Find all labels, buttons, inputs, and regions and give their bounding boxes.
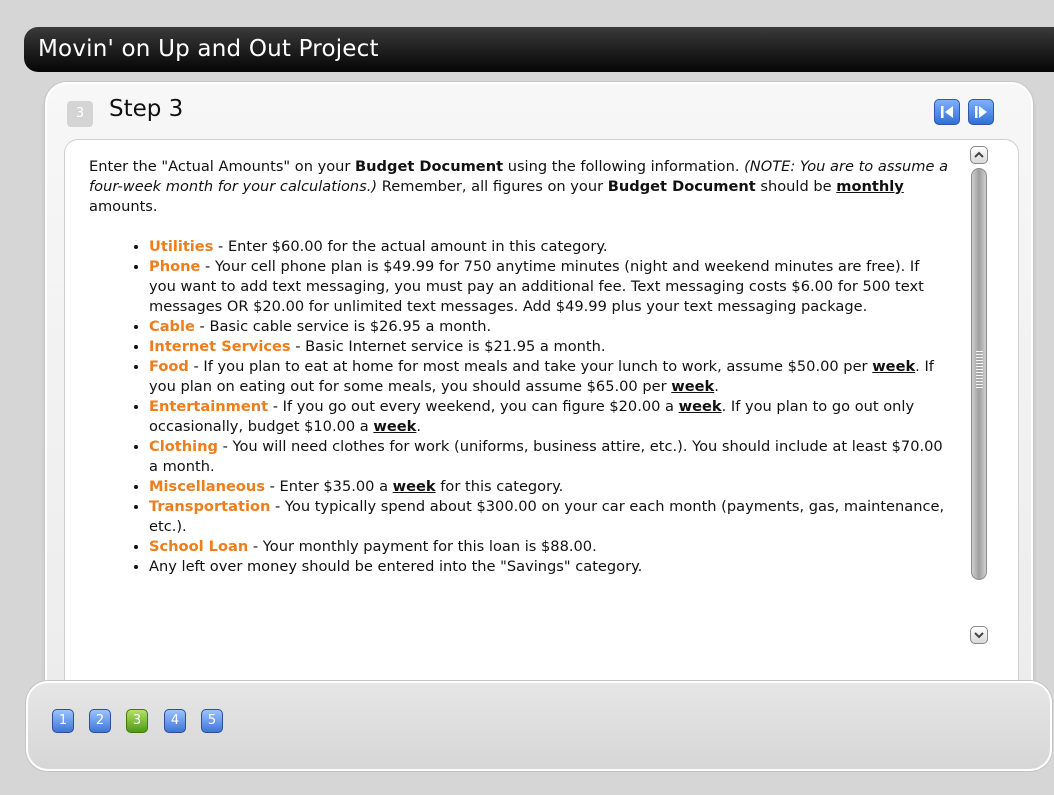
content-area: Enter the "Actual Amounts" on your Budge… xyxy=(64,139,1019,702)
list-item: Entertainment - If you go out every week… xyxy=(149,397,949,437)
step-number-badge: 3 xyxy=(67,101,93,127)
list-item: Cable - Basic cable service is $26.95 a … xyxy=(149,317,949,337)
next-arrow-icon xyxy=(975,106,987,118)
page-button-3[interactable]: 3 xyxy=(126,709,148,733)
list-item: Miscellaneous - Enter $35.00 a week for … xyxy=(149,477,949,497)
chevron-up-icon xyxy=(974,151,984,158)
next-step-button[interactable] xyxy=(968,99,994,125)
page-button-1[interactable]: 1 xyxy=(52,709,74,733)
scroll-up-button[interactable] xyxy=(970,146,988,164)
list-item: School Loan - Your monthly payment for t… xyxy=(149,537,949,557)
scroll-thumb[interactable] xyxy=(971,168,987,580)
step-heading: Step 3 xyxy=(109,96,184,122)
previous-arrow-icon xyxy=(941,106,953,118)
list-item: Internet Services - Basic Internet servi… xyxy=(149,337,949,357)
chevron-down-icon xyxy=(974,632,984,639)
step-panel: 3 Step 3 Enter the "Actual Amounts" on y… xyxy=(45,82,1033,702)
app-title: Movin' on Up and Out Project xyxy=(38,36,379,62)
scroll-down-button[interactable] xyxy=(970,626,988,644)
list-item: Clothing - You will need clothes for wor… xyxy=(149,437,949,477)
scrollbar[interactable] xyxy=(970,146,990,654)
list-item: Food - If you plan to eat at home for mo… xyxy=(149,357,949,397)
app-title-bar: Movin' on Up and Out Project xyxy=(24,27,1054,72)
list-item: Utilities - Enter $60.00 for the actual … xyxy=(149,237,949,257)
page-button-4[interactable]: 4 xyxy=(164,709,186,733)
intro-paragraph: Enter the "Actual Amounts" on your Budge… xyxy=(89,158,949,215)
list-item: Phone - Your cell phone plan is $49.99 f… xyxy=(149,257,949,317)
page-button-2[interactable]: 2 xyxy=(89,709,111,733)
scroll-grip-icon xyxy=(976,351,983,389)
previous-step-button[interactable] xyxy=(934,99,960,125)
page-navigation-bar: 1 2 3 4 5 xyxy=(26,681,1052,771)
page-button-5[interactable]: 5 xyxy=(201,709,223,733)
instructions-text: Enter the "Actual Amounts" on your Budge… xyxy=(89,157,949,577)
list-item: Transportation - You typically spend abo… xyxy=(149,497,949,537)
list-item: Any left over money should be entered in… xyxy=(149,557,949,577)
budget-items-list: Utilities - Enter $60.00 for the actual … xyxy=(89,237,949,577)
